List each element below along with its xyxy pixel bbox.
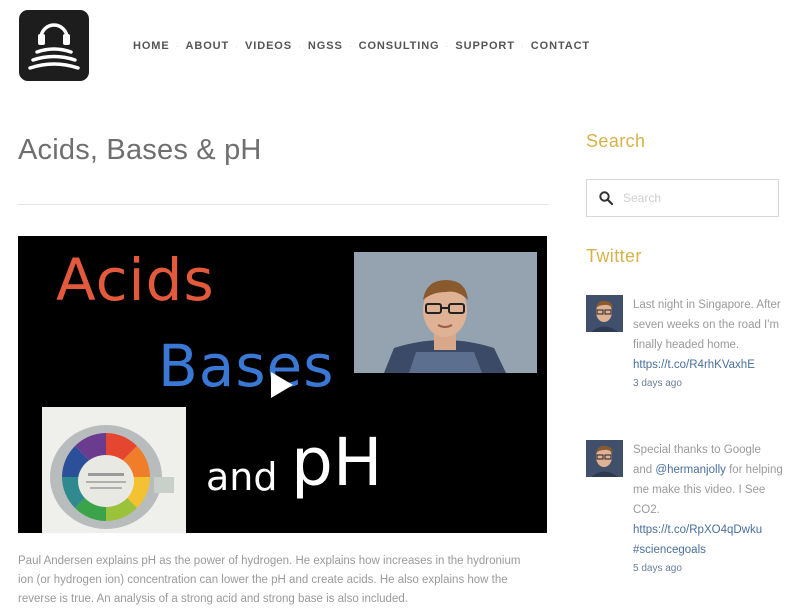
tweet-link[interactable]: https://t.co/RpXO4qDwku [633,520,783,540]
avatar[interactable] [586,295,623,332]
tweet-link[interactable]: https://t.co/R4rhKVaxhE [633,355,783,375]
presenter-image [354,252,537,373]
video-player[interactable]: Acids Bases and pH [18,236,547,533]
tweet-mention-link[interactable]: @hermanjolly [655,464,725,476]
tweet-body: Special thanks to Google and @hermanjoll… [633,440,783,578]
presenter-thumbnail [354,252,537,373]
play-icon[interactable] [269,370,295,400]
video-word-bases: Bases [158,332,335,400]
search-widget-title: Search [586,131,646,151]
user-avatar-image [586,440,623,477]
nav-separator: · [298,41,302,51]
nav-support[interactable]: SUPPORT [455,40,514,52]
nav-separator: · [520,41,525,51]
search-box[interactable] [586,179,779,217]
ph-indicator-paper-image [42,407,186,533]
tweet-text: Special thanks to Google and @hermanjoll… [633,440,783,520]
main-nav: HOME · ABOUT · VIDEOS · NGSS · CONSULTIN… [133,39,590,53]
avatar[interactable] [586,440,623,477]
nav-ngss[interactable]: NGSS [308,40,343,52]
nav-videos[interactable]: VIDEOS [245,40,292,52]
video-word-and: and [206,455,278,499]
tweet-hashtag-link[interactable]: #sciencegoals [633,540,783,560]
nav-separator: · [445,41,450,51]
user-avatar-image [586,295,623,332]
nav-separator: · [235,41,240,51]
tweet-timestamp[interactable]: 5 days ago [633,560,783,578]
search-input[interactable] [621,190,765,206]
nav-home[interactable]: HOME [133,40,170,52]
title-divider [18,204,548,205]
video-description: Paul Andersen explains pH as the power o… [18,555,521,605]
search-icon [599,191,613,205]
nav-contact[interactable]: CONTACT [531,40,590,52]
page-title: Acids, Bases & pH [18,134,262,166]
tweet-body: Last night in Singapore. After seven wee… [633,295,783,393]
nav-separator: · [175,41,180,51]
ph-color-wheel [42,407,186,533]
nav-separator: · [348,41,353,51]
nav-consulting[interactable]: CONSULTING [359,40,440,52]
tweet-text: Last night in Singapore. After seven wee… [633,299,781,351]
nav-about[interactable]: ABOUT [186,40,230,52]
headphones-waves-logo-icon [28,23,80,70]
tweet-timestamp[interactable]: 3 days ago [633,375,783,393]
video-word-ph: pH [291,424,383,501]
site-logo[interactable] [19,10,89,81]
video-word-acids: Acids [56,246,215,314]
twitter-widget-title: Twitter [586,246,642,266]
